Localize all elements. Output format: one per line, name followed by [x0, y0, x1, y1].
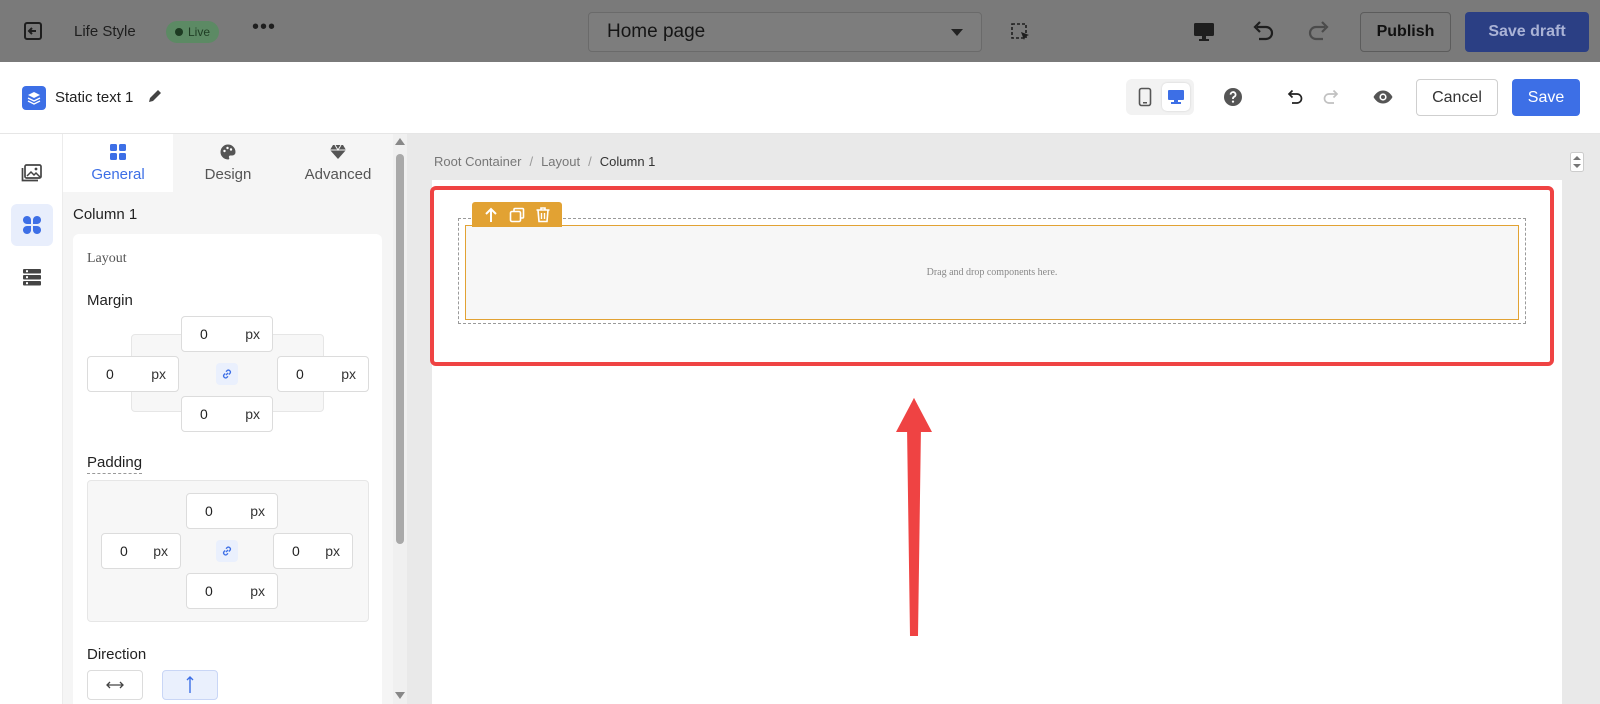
scroll-up-icon[interactable]: [395, 138, 405, 145]
sort-arrows-icon[interactable]: [1570, 152, 1584, 172]
annotation-highlight-box: [430, 186, 1554, 366]
breadcrumb: Root Container / Layout / Column 1: [434, 154, 655, 169]
margin-bottom-input[interactable]: 0 px: [181, 396, 273, 432]
margin-top-value: 0: [200, 326, 208, 342]
padding-right-value: 0: [292, 543, 300, 559]
section-heading: Layout: [87, 251, 127, 266]
cancel-button[interactable]: Cancel: [1416, 79, 1498, 116]
mobile-view-icon[interactable]: [1132, 84, 1158, 110]
editor-header: Static text 1 Cancel Save: [0, 62, 1600, 134]
select-element-icon[interactable]: [1010, 22, 1032, 44]
margin-right-unit: px: [341, 366, 356, 382]
margin-top-unit: px: [245, 326, 260, 342]
direction-vertical-button[interactable]: [162, 670, 218, 700]
selected-element-title: Column 1: [73, 206, 138, 223]
page-select-value: Home page: [607, 21, 706, 42]
layers-list-icon[interactable]: [11, 256, 53, 298]
undo-icon[interactable]: [1284, 87, 1304, 107]
properties-tabs: General Design Advanced: [63, 134, 393, 192]
padding-top-input[interactable]: 0 px: [186, 493, 278, 529]
panel-scrollbar[interactable]: [393, 134, 407, 704]
help-icon[interactable]: [1223, 87, 1243, 107]
vertical-arrow-icon: [186, 676, 194, 693]
save-draft-button[interactable]: Save draft: [1465, 12, 1589, 52]
margin-left-input[interactable]: 0 px: [87, 356, 179, 392]
margin-bottom-unit: px: [245, 406, 260, 422]
padding-left-unit: px: [153, 543, 168, 559]
horizontal-arrows-icon: [106, 681, 124, 689]
margin-top-input[interactable]: 0 px: [181, 316, 273, 352]
redo-icon[interactable]: [1322, 87, 1342, 107]
padding-bottom-unit: px: [250, 583, 265, 599]
component-editor-modal: Static text 1 Cancel Save General Design…: [0, 62, 1600, 704]
preview-eye-icon[interactable]: [1372, 86, 1394, 108]
padding-bottom-value: 0: [205, 583, 213, 599]
device-toggle: [1126, 79, 1194, 115]
diamond-icon: [330, 144, 346, 159]
margin-bottom-value: 0: [200, 406, 208, 422]
breadcrumb-layout[interactable]: Layout: [541, 154, 580, 169]
breadcrumb-separator: /: [529, 154, 534, 169]
layout-section: Layout Margin 0 px 0 px 0 px 0 px Padding 0 p…: [73, 234, 382, 704]
desktop-view-icon[interactable]: [1162, 83, 1190, 111]
padding-bottom-input[interactable]: 0 px: [186, 573, 278, 609]
palette-icon: [220, 144, 236, 160]
link-margin-icon[interactable]: [216, 363, 238, 385]
site-name: Life Style: [74, 23, 136, 40]
component-title: Static text 1: [55, 89, 134, 106]
components-icon[interactable]: [11, 204, 53, 246]
margin-left-unit: px: [151, 366, 166, 382]
scroll-thumb[interactable]: [396, 154, 404, 544]
undo-icon[interactable]: [1248, 18, 1276, 46]
padding-label: Padding: [87, 454, 143, 474]
grid-icon: [110, 144, 126, 160]
layers-icon: [22, 86, 46, 110]
padding-top-unit: px: [250, 503, 265, 519]
scroll-down-icon[interactable]: [395, 692, 405, 699]
direction-horizontal-button[interactable]: [87, 670, 143, 700]
tab-general-label: General: [91, 166, 145, 183]
margin-left-value: 0: [106, 366, 114, 382]
padding-right-input[interactable]: 0 px: [273, 533, 353, 569]
tab-design[interactable]: Design: [173, 134, 283, 192]
live-dot-icon: [175, 28, 183, 36]
exit-icon[interactable]: [22, 20, 44, 42]
chevron-down-icon: [951, 28, 963, 36]
page-select[interactable]: Home page: [588, 12, 982, 52]
tab-design-label: Design: [204, 166, 252, 183]
publish-button[interactable]: Publish: [1360, 12, 1451, 52]
margin-label: Margin: [87, 292, 133, 309]
padding-right-unit: px: [325, 543, 340, 559]
breadcrumb-separator: /: [588, 154, 592, 169]
tab-general[interactable]: General: [63, 134, 173, 192]
media-icon[interactable]: [11, 152, 53, 194]
live-badge-label: Live: [188, 25, 211, 39]
breadcrumb-current: Column 1: [599, 154, 656, 169]
direction-label: Direction: [87, 646, 147, 663]
tab-advanced[interactable]: Advanced: [283, 134, 393, 192]
margin-right-value: 0: [296, 366, 304, 382]
padding-left-input[interactable]: 0 px: [101, 533, 181, 569]
editor-sidebar-rail: [0, 134, 63, 704]
pencil-icon[interactable]: [146, 87, 164, 105]
desktop-preview-icon[interactable]: [1192, 20, 1216, 44]
redo-icon[interactable]: [1306, 18, 1334, 46]
properties-panel: General Design Advanced Column 1 Layout: [63, 134, 393, 704]
breadcrumb-root[interactable]: Root Container: [434, 154, 521, 169]
more-options-button[interactable]: •••: [252, 16, 276, 39]
padding-left-value: 0: [120, 543, 128, 559]
padding-top-value: 0: [205, 503, 213, 519]
tab-advanced-label: Advanced: [304, 166, 372, 183]
save-button[interactable]: Save: [1512, 79, 1580, 116]
link-padding-icon[interactable]: [216, 540, 238, 562]
margin-right-input[interactable]: 0 px: [277, 356, 369, 392]
live-badge: Live: [166, 21, 220, 43]
app-topbar: Life Style Live ••• Home page Publish Sa…: [0, 0, 1600, 62]
